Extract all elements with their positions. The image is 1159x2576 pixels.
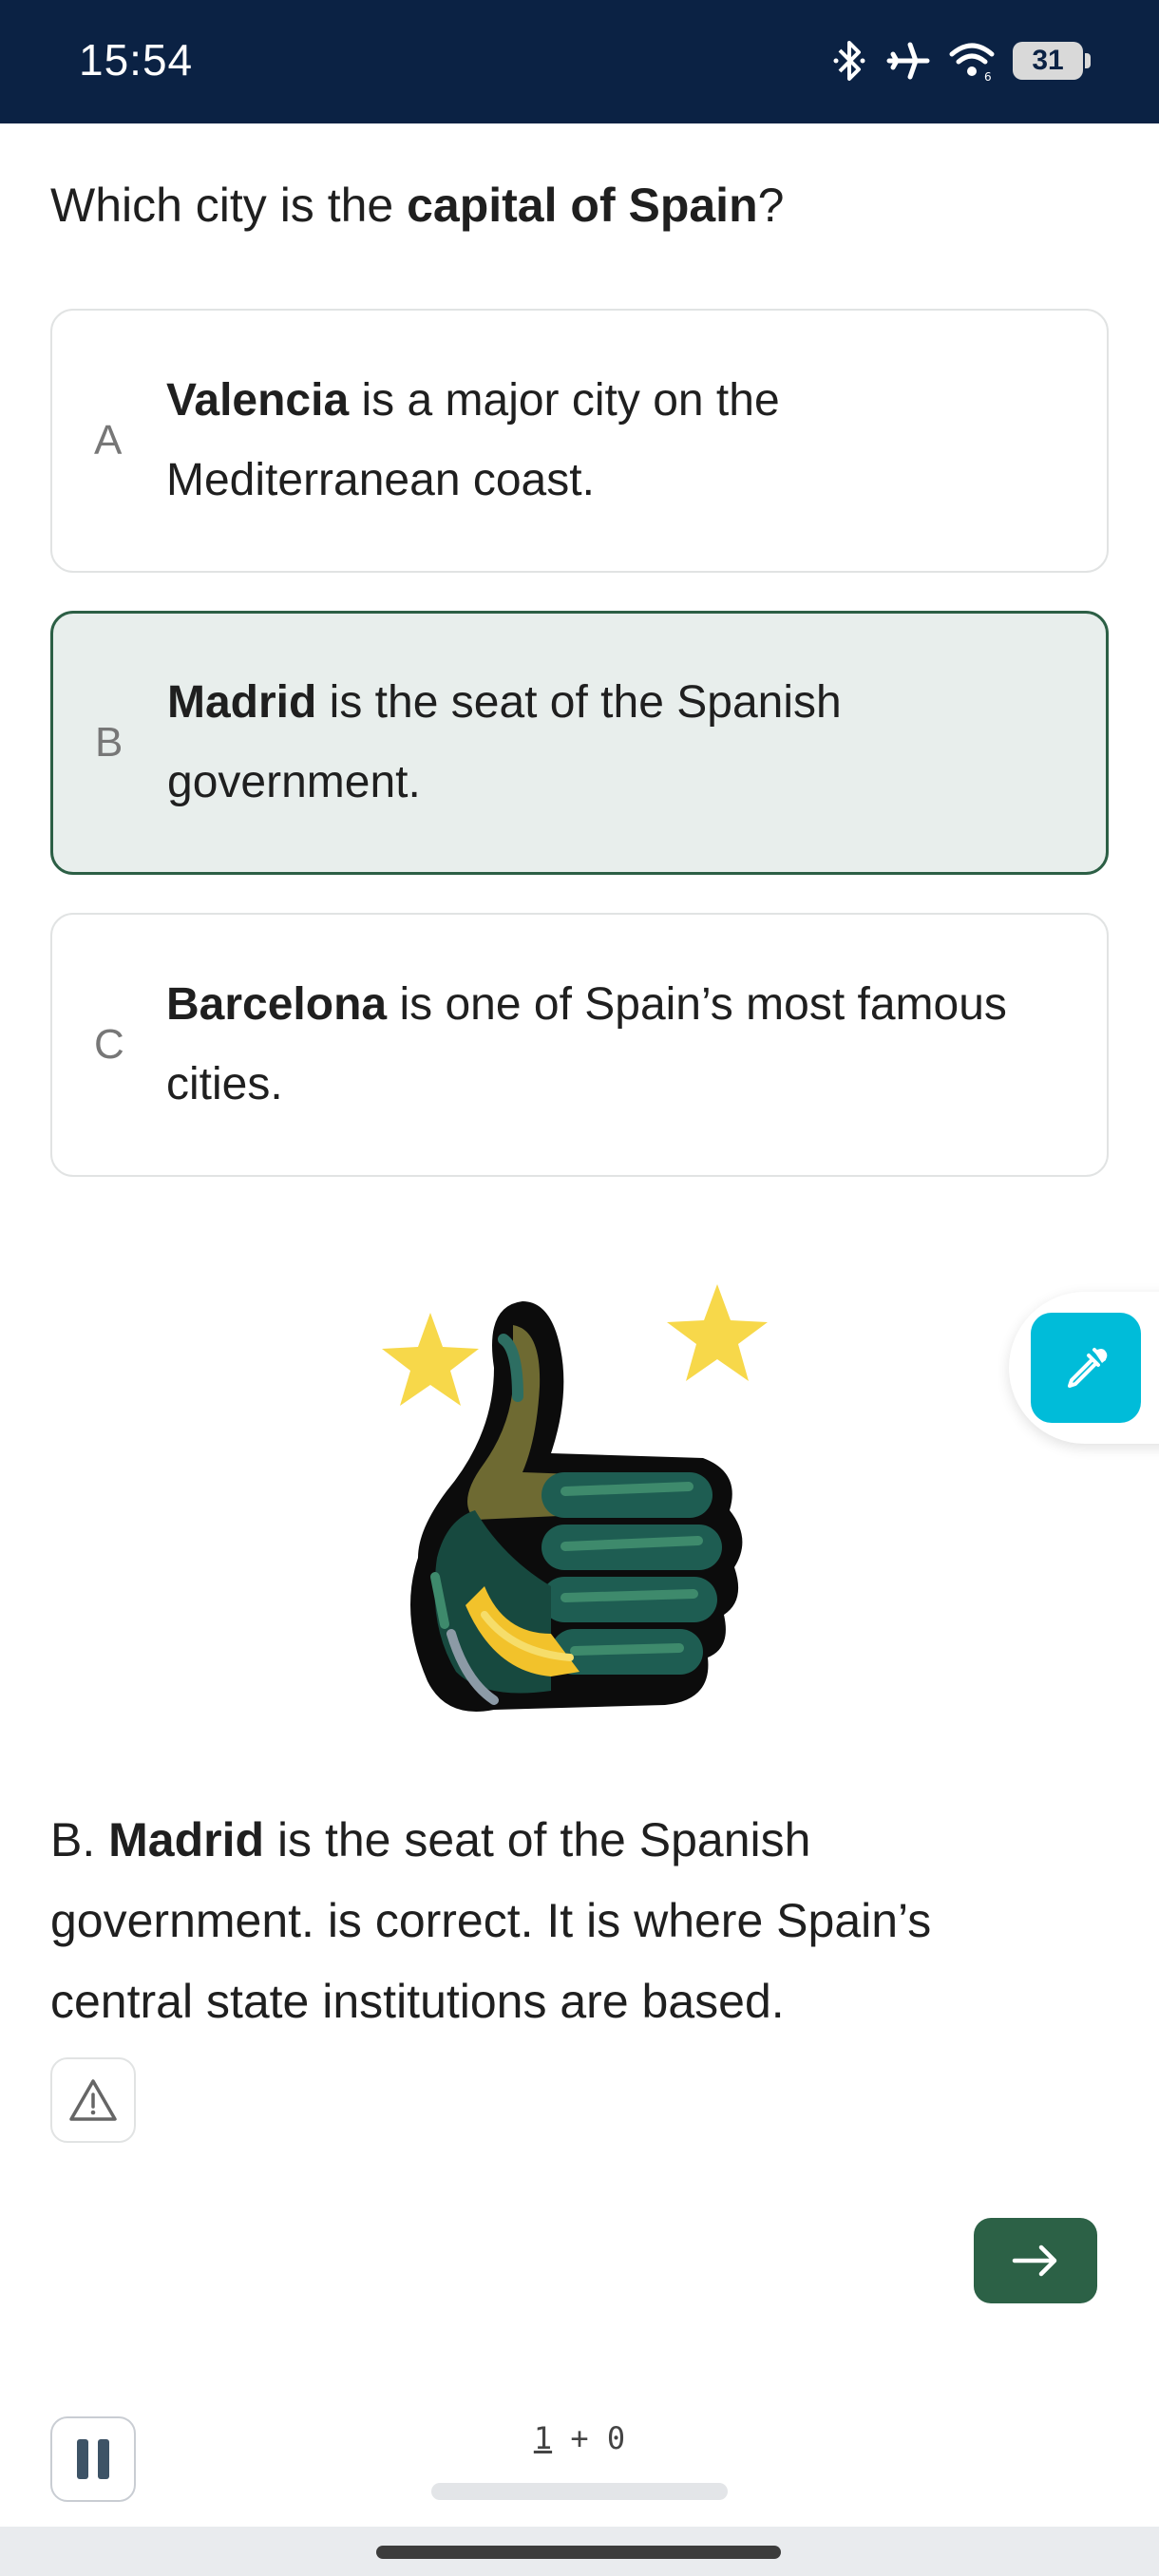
star-icon [382,1313,479,1406]
explanation-bold: Madrid [108,1813,265,1866]
progress-track [431,2483,728,2500]
star-icon [667,1284,768,1381]
question-text: Which city is the capital of Spain? [50,171,1095,239]
option-text: Madrid is the seat of the Spanish govern… [167,663,1077,823]
next-button[interactable] [974,2218,1097,2303]
score-current: 1 [533,2420,553,2456]
question-suffix: ? [757,179,785,232]
option-bold: Valencia [166,375,350,426]
option-letter: B [95,719,124,766]
thumbs-up-illustration [382,1284,768,1712]
dropper-button[interactable] [1031,1313,1141,1423]
option-text: Valencia is a major city on the Mediterr… [166,361,1078,521]
bluetooth-icon [833,41,865,81]
score-other: 0 [606,2420,626,2456]
status-time: 15:54 [79,35,194,85]
status-bar: 15:54 6 31 [0,0,1159,123]
warning-icon [69,2079,117,2121]
score-separator: + [552,2420,607,2456]
option-bold: Madrid [167,677,317,728]
option-a[interactable]: A Valencia is a major city on the Medite… [50,309,1109,573]
home-indicator[interactable] [376,2546,781,2559]
option-letter: A [94,417,123,464]
question-prefix: Which city is the [50,179,408,232]
option-letter: C [94,1021,124,1068]
option-text: Barcelona is one of Spain’s most famous … [166,965,1078,1125]
arrow-right-icon [1012,2245,1057,2277]
pause-button[interactable] [50,2416,136,2502]
eyedropper-icon [1068,1348,1108,1388]
airplane-icon [886,42,930,80]
battery-icon: 31 [1013,42,1091,80]
pause-icon [77,2439,88,2479]
question-bold: capital of Spain [407,179,758,232]
status-icons: 6 31 [830,36,1091,85]
option-c[interactable]: C Barcelona is one of Spain’s most famou… [50,913,1109,1177]
explanation-text: B. Madrid is the seat of the Spanish gov… [50,1800,1038,2042]
option-bold: Barcelona [166,979,388,1030]
score-counter: 1 + 0 [513,2420,646,2456]
fab-container [1009,1292,1159,1444]
wifi-icon: 6 [949,43,995,83]
pause-icon [98,2439,109,2479]
option-b[interactable]: B Madrid is the seat of the Spanish gove… [50,611,1109,875]
report-button[interactable] [50,2057,136,2143]
explanation-prefix: B. [50,1813,109,1866]
svg-text:6: 6 [984,70,992,83]
